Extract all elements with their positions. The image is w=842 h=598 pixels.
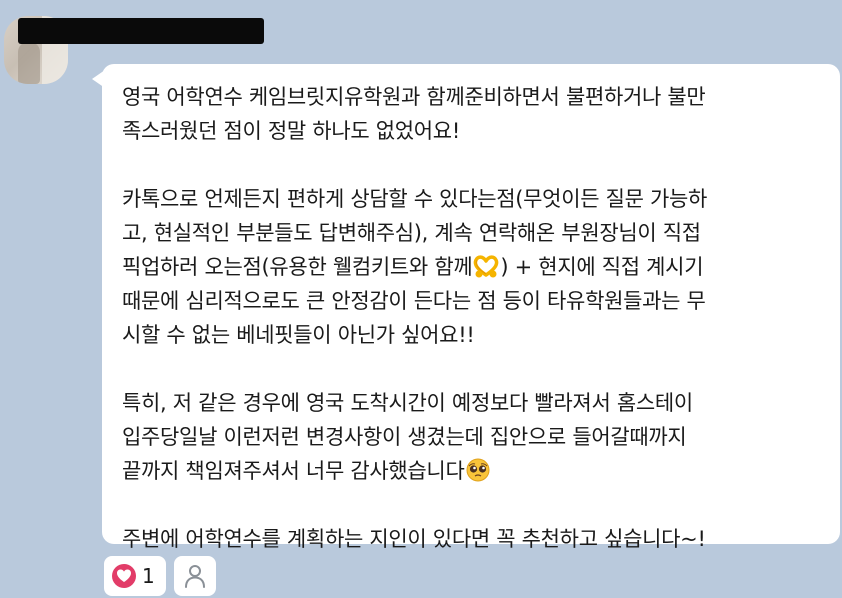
- pleading-face-emoji: [466, 458, 490, 482]
- message-paragraph-4: 주변에 어학연수를 계획하는 지인이 있다면 꼭 추천하고 싶습니다~!: [122, 527, 706, 551]
- heart-hands-emoji: [474, 255, 499, 278]
- sender-name-redacted: [18, 18, 264, 44]
- reactors-button[interactable]: [174, 556, 216, 596]
- person-icon: [185, 565, 205, 588]
- message-paragraph-3: 특히, 저 같은 경우에 영국 도착시간이 예정보다 빨라져서 홈스테이 입주당…: [122, 386, 826, 488]
- avatar-photo-figure: [18, 42, 40, 84]
- message-paragraph-2: 카톡으로 언제든지 편하게 상담할 수 있다는점(무엇이든 질문 가능하 고, …: [122, 182, 826, 352]
- heart-icon: [112, 564, 136, 588]
- message-paragraph-3-text: 특히, 저 같은 경우에 영국 도착시간이 예정보다 빨라져서 홈스테이 입주당…: [122, 391, 693, 483]
- like-count: 1: [142, 564, 155, 588]
- like-reaction-button[interactable]: 1: [104, 556, 166, 596]
- message-bubble[interactable]: 영국 어학연수 케임브릿지유학원과 함께준비하면서 불편하거나 불만 족스러웠던…: [102, 64, 840, 551]
- message-paragraph-1: 영국 어학연수 케임브릿지유학원과 함께준비하면서 불편하거나 불만 족스러웠던…: [122, 85, 706, 143]
